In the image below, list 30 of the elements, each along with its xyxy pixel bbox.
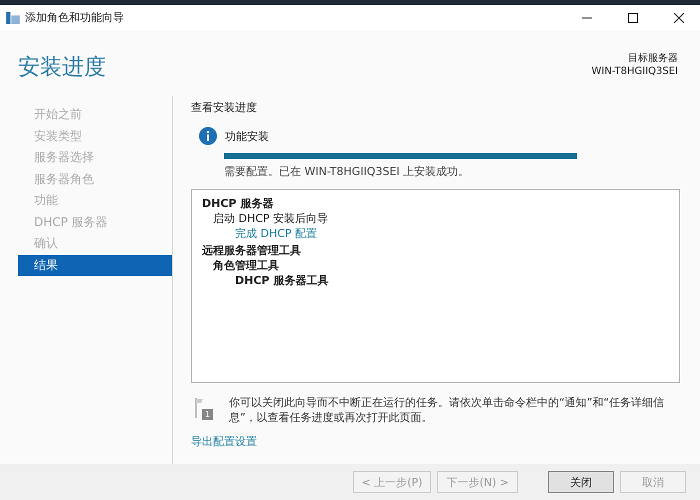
result-text: 启动 DHCP 安装后向导 <box>213 211 330 226</box>
status-message: 需要配置。已在 WIN-T8HGIIQ3SEI 上安装成功。 <box>224 164 470 179</box>
result-heading: DHCP 服务器工具 <box>235 273 330 288</box>
target-server-label: 目标服务器 <box>627 52 678 65</box>
notification-count: 1 <box>202 409 213 420</box>
wizard-step[interactable]: 功能 <box>18 190 172 212</box>
wizard-step[interactable]: 安装类型 <box>18 126 172 147</box>
configure-link[interactable]: 完成 DHCP 配置 <box>235 226 669 241</box>
page-title: 安装进度 <box>18 54 106 82</box>
result-heading: 远程服务器管理工具 <box>202 243 302 258</box>
wizard-step[interactable]: 结果 <box>18 254 172 276</box>
close-icon[interactable] <box>674 12 684 22</box>
wizard-step[interactable]: 确认 <box>18 233 172 254</box>
result-heading: 角色管理工具 <box>213 258 280 273</box>
window-title: 添加角色和功能向导 <box>25 10 124 25</box>
maximize-icon[interactable] <box>628 12 638 22</box>
wizard-step[interactable]: 开始之前 <box>18 104 172 126</box>
target-server-name: WIN-T8HGIIQ3SEI <box>592 65 678 78</box>
status-title: 功能安装 <box>225 128 269 144</box>
wizard-step[interactable]: 服务器角色 <box>18 168 172 190</box>
export-settings-link[interactable]: 导出配置设置 <box>191 434 257 449</box>
result-heading: DHCP 服务器 <box>202 196 274 211</box>
info-icon <box>199 127 217 145</box>
flag-icon <box>195 398 203 418</box>
section-heading: 查看安装进度 <box>191 100 258 115</box>
wizard-button[interactable]: 关闭 <box>548 471 614 493</box>
notice-text: 你可以关闭此向导而不中断正在运行的任务。请依次单击命令栏中的“通知”和“任务详细信息”，以查看任务进度或再次打开此页面。 <box>229 395 666 425</box>
wizard-app-icon <box>6 12 20 24</box>
wizard-step[interactable]: 服务器选择 <box>18 147 172 168</box>
wizard-step[interactable]: DHCP 服务器 <box>18 212 172 233</box>
